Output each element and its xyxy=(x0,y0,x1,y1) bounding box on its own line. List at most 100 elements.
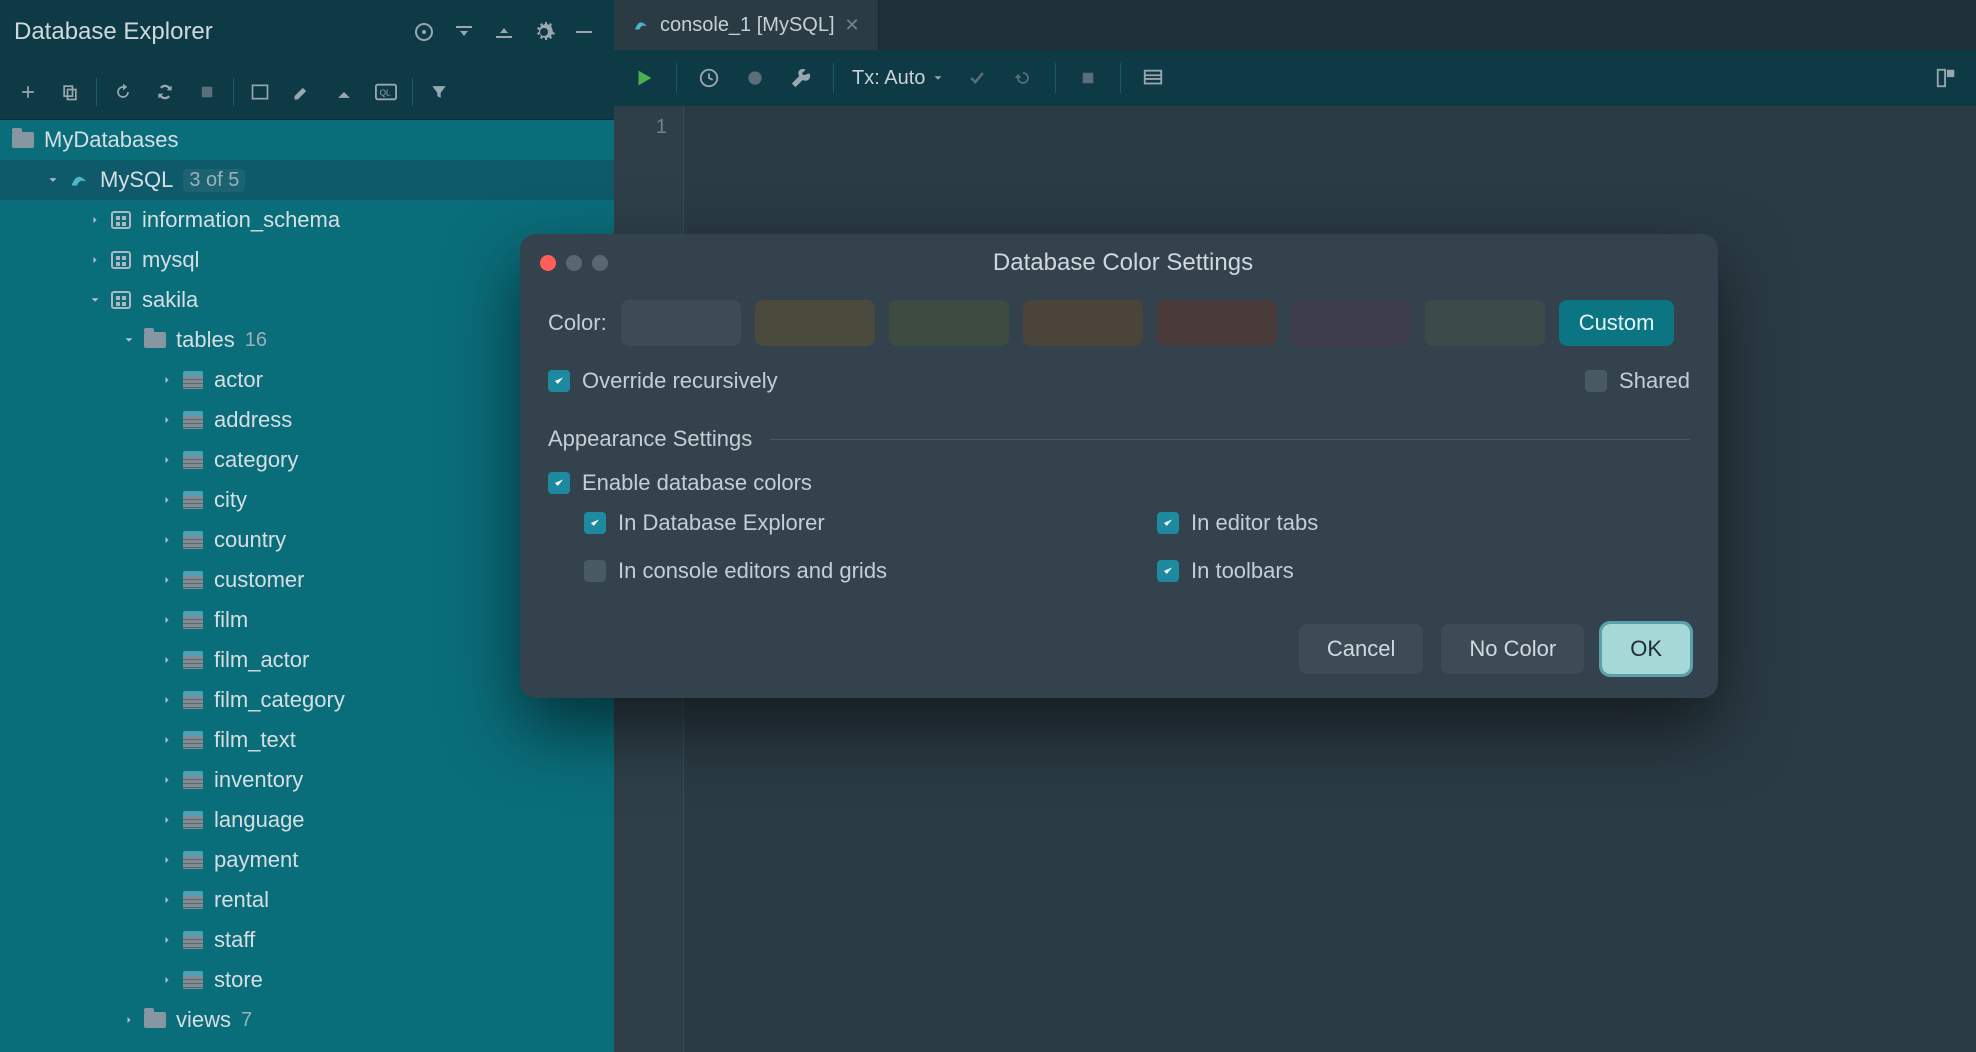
output-icon[interactable] xyxy=(1139,64,1167,92)
schema-icon xyxy=(111,251,131,269)
settings-icon[interactable] xyxy=(524,12,564,52)
table-icon xyxy=(183,931,203,949)
in-explorer-checkbox[interactable]: In Database Explorer xyxy=(584,510,1117,536)
chevron-right-icon xyxy=(86,211,104,229)
chevron-right-icon xyxy=(158,811,176,829)
tree-datasource[interactable]: MySQL 3 of 5 xyxy=(0,160,614,200)
tab-console[interactable]: console_1 [MySQL] ✕ xyxy=(614,0,879,50)
commit-icon[interactable] xyxy=(963,64,991,92)
ok-button[interactable]: OK xyxy=(1602,624,1690,674)
table-label: store xyxy=(214,967,263,993)
shared-checkbox[interactable]: Shared xyxy=(1585,368,1690,394)
chevron-right-icon xyxy=(158,891,176,909)
color-swatch[interactable] xyxy=(755,300,875,346)
edit-icon[interactable] xyxy=(286,76,318,108)
refresh-icon[interactable] xyxy=(107,76,139,108)
sidebar-title: Database Explorer xyxy=(10,18,404,46)
table-icon[interactable] xyxy=(244,76,276,108)
collapse-all-icon[interactable] xyxy=(484,12,524,52)
no-color-button[interactable]: No Color xyxy=(1441,624,1584,674)
tree-table[interactable]: inventory xyxy=(0,760,614,800)
window-controls xyxy=(540,255,608,271)
stop-icon[interactable] xyxy=(191,76,223,108)
layout-icon[interactable] xyxy=(1932,64,1960,92)
table-icon xyxy=(183,691,203,709)
table-icon xyxy=(183,491,203,509)
schema-label: sakila xyxy=(142,287,198,313)
expand-all-icon[interactable] xyxy=(444,12,484,52)
chevron-right-icon xyxy=(158,931,176,949)
enable-label: Enable database colors xyxy=(582,470,812,496)
run-icon[interactable] xyxy=(630,64,658,92)
color-settings-dialog: Database Color Settings Color: Custom Ov… xyxy=(520,234,1718,698)
shared-label: Shared xyxy=(1619,368,1690,394)
in-console-checkbox[interactable]: In console editors and grids xyxy=(584,558,1117,584)
tree-root[interactable]: MyDatabases xyxy=(0,120,614,160)
table-icon xyxy=(183,531,203,549)
duplicate-icon[interactable] xyxy=(54,76,86,108)
chevron-down-icon xyxy=(931,71,945,85)
minimize-icon[interactable] xyxy=(564,12,604,52)
chevron-right-icon xyxy=(158,651,176,669)
window-close-icon[interactable] xyxy=(540,255,556,271)
in-toolbars-checkbox[interactable]: In toolbars xyxy=(1157,558,1690,584)
tree-table[interactable]: staff xyxy=(0,920,614,960)
table-label: customer xyxy=(214,567,304,593)
color-swatch[interactable] xyxy=(1425,300,1545,346)
table-label: film_text xyxy=(214,727,296,753)
tree-table[interactable]: payment xyxy=(0,840,614,880)
datasource-label: MySQL xyxy=(100,167,173,193)
tab-label: console_1 [MySQL] xyxy=(660,14,835,37)
tree-table[interactable]: film_text xyxy=(0,720,614,760)
table-label: address xyxy=(214,407,292,433)
table-label: country xyxy=(214,527,286,553)
console-icon[interactable]: QL xyxy=(370,76,402,108)
checkbox-checked-icon xyxy=(1157,512,1179,534)
chevron-right-icon xyxy=(120,1011,138,1029)
table-icon xyxy=(183,611,203,629)
tx-mode-dropdown[interactable]: Tx: Auto xyxy=(852,67,945,90)
override-label: Override recursively xyxy=(582,368,778,394)
filter-icon[interactable] xyxy=(423,76,455,108)
window-zoom-icon[interactable] xyxy=(592,255,608,271)
stop-icon[interactable] xyxy=(1074,64,1102,92)
color-swatch[interactable] xyxy=(1291,300,1411,346)
add-icon[interactable] xyxy=(12,76,44,108)
table-label: staff xyxy=(214,927,255,953)
tree-table[interactable]: rental xyxy=(0,880,614,920)
table-icon xyxy=(183,811,203,829)
history-icon[interactable] xyxy=(695,64,723,92)
checkbox-checked-icon xyxy=(548,370,570,392)
table-label: film_category xyxy=(214,687,345,713)
wrench-icon[interactable] xyxy=(787,64,815,92)
window-minimize-icon[interactable] xyxy=(566,255,582,271)
override-checkbox[interactable]: Override recursively xyxy=(548,368,778,394)
folder-icon xyxy=(144,1012,166,1028)
rollback-icon[interactable] xyxy=(1009,64,1037,92)
tree-table[interactable]: language xyxy=(0,800,614,840)
chevron-down-icon xyxy=(120,331,138,349)
chevron-down-icon xyxy=(44,171,62,189)
schema-icon xyxy=(111,291,131,309)
chevron-right-icon xyxy=(158,531,176,549)
jump-icon[interactable] xyxy=(328,76,360,108)
chevron-down-icon xyxy=(86,291,104,309)
in-editor-tabs-checkbox[interactable]: In editor tabs xyxy=(1157,510,1690,536)
views-label: views xyxy=(176,1007,231,1033)
record-icon[interactable] xyxy=(741,64,769,92)
tables-label: tables xyxy=(176,327,235,353)
close-icon[interactable]: ✕ xyxy=(845,15,860,36)
target-icon[interactable] xyxy=(404,12,444,52)
folder-icon xyxy=(12,132,34,148)
sync-icon[interactable] xyxy=(149,76,181,108)
tree-table[interactable]: store xyxy=(0,960,614,1000)
color-swatch[interactable] xyxy=(1023,300,1143,346)
cancel-button[interactable]: Cancel xyxy=(1299,624,1423,674)
enable-colors-checkbox[interactable]: Enable database colors xyxy=(548,470,1690,496)
table-label: category xyxy=(214,447,298,473)
color-swatch[interactable] xyxy=(889,300,1009,346)
custom-color-button[interactable]: Custom xyxy=(1559,300,1675,346)
tree-views-group[interactable]: views 7 xyxy=(0,1000,614,1040)
color-swatch[interactable] xyxy=(621,300,741,346)
color-swatch[interactable] xyxy=(1157,300,1277,346)
